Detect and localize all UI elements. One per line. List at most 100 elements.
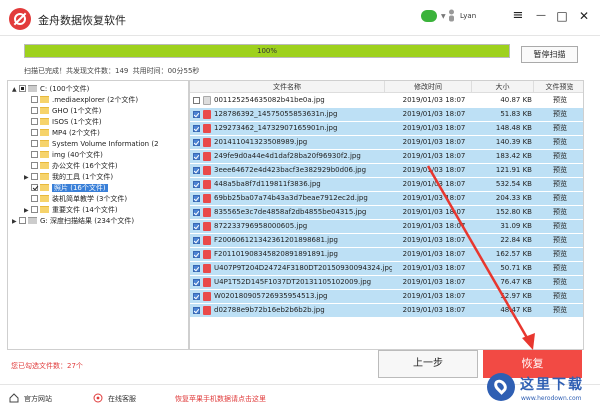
preview-link[interactable]: 预览 [540, 122, 580, 135]
table-row[interactable]: 201411041323508989.jpg 2019/01/03 18:07 14… [190, 136, 583, 149]
tree-node[interactable]: System Volume Information (2 [24, 139, 159, 150]
preview-link[interactable]: 预览 [540, 304, 580, 317]
previous-step-button[interactable]: 上一步 [378, 350, 478, 378]
close-icon[interactable]: ✕ [575, 8, 593, 24]
column-header-filename[interactable]: 文件名称 [190, 81, 385, 93]
tree-checkbox[interactable] [31, 129, 38, 136]
tree-node[interactable]: ▶ G: 深度扫描结果 (234个文件) [12, 216, 134, 227]
preview-link[interactable]: 预览 [540, 276, 580, 289]
tree-node[interactable]: MP4 (2个文件) [24, 128, 100, 139]
tree-node-label[interactable]: .mediaexplorer (2个文件) [52, 96, 138, 104]
maximize-icon[interactable]: □ [553, 8, 571, 24]
row-checkbox[interactable] [193, 181, 200, 188]
row-checkbox[interactable] [193, 195, 200, 202]
tree-checkbox[interactable] [31, 173, 38, 180]
home-icon[interactable] [9, 393, 19, 403]
pause-scan-button[interactable]: 暂停扫描 [521, 46, 578, 63]
tree-node-label[interactable]: 办公文件 (16个文件) [52, 162, 118, 170]
tree-checkbox[interactable] [31, 118, 38, 125]
column-header-size[interactable]: 大小 [472, 81, 534, 93]
folder-tree[interactable]: ▲ C: (100个文件) .mediaexplorer (2个文件) GHO (1个… [7, 80, 189, 350]
table-row[interactable]: 001125254635082b41be0a.jpg 2019/01/03 18:… [190, 94, 583, 107]
tree-node-label[interactable]: 重要文件 (14个文件) [52, 206, 118, 214]
tree-node[interactable]: ISOS (1个文件) [24, 117, 102, 128]
support-icon[interactable] [93, 393, 103, 403]
preview-link[interactable]: 预览 [540, 178, 580, 191]
tree-checkbox[interactable] [31, 184, 38, 191]
row-checkbox[interactable] [193, 251, 200, 258]
row-checkbox[interactable] [193, 167, 200, 174]
preview-link[interactable]: 预览 [540, 150, 580, 163]
tree-checkbox[interactable] [31, 162, 38, 169]
tree-node[interactable]: 照片 (16个文件) [24, 183, 108, 194]
preview-link[interactable]: 预览 [540, 206, 580, 219]
official-site-link[interactable]: 官方网站 [24, 394, 52, 404]
row-checkbox[interactable] [193, 111, 200, 118]
tree-node-label[interactable]: img (40个文件) [52, 151, 103, 159]
row-checkbox[interactable] [193, 293, 200, 300]
tree-checkbox[interactable] [31, 206, 38, 213]
expand-icon[interactable]: ▲ [12, 84, 19, 95]
table-row[interactable]: 872233796958000605.jpg 2019/01/03 18:07 31… [190, 220, 583, 233]
tree-checkbox[interactable] [31, 107, 38, 114]
table-row[interactable]: U4P1T52D145F1037DT20131105102009.jpg 2019… [190, 276, 583, 289]
row-checkbox[interactable] [193, 307, 200, 314]
wechat-icon[interactable] [421, 10, 437, 22]
table-row[interactable]: 249fe9d0a44e4d1daf28ba20f96930f2.jpg 2019… [190, 150, 583, 163]
table-row[interactable]: 128786392_14575055853631n.jpg 2019/01/03 … [190, 108, 583, 121]
preview-link[interactable]: 预览 [540, 136, 580, 149]
tree-checkbox[interactable] [31, 96, 38, 103]
row-checkbox[interactable] [193, 237, 200, 244]
tree-node[interactable]: img (40个文件) [24, 150, 103, 161]
tree-checkbox[interactable] [31, 140, 38, 147]
column-header-preview[interactable]: 文件预览 [534, 81, 583, 93]
table-row[interactable]: 835565e3c7de4858af2db4855be04315.jpg 2019… [190, 206, 583, 219]
online-support-link[interactable]: 在线客服 [108, 394, 136, 404]
row-checkbox[interactable] [193, 153, 200, 160]
chevron-down-icon[interactable]: ▼ [441, 13, 446, 20]
tree-node-label[interactable]: 照片 (16个文件) [52, 184, 108, 192]
tree-checkbox[interactable] [31, 151, 38, 158]
row-checkbox[interactable] [193, 209, 200, 216]
preview-link[interactable]: 预览 [540, 234, 580, 247]
user-avatar-icon[interactable] [448, 8, 455, 24]
tree-node[interactable]: GHO (1个文件) [24, 106, 101, 117]
minimize-icon[interactable]: — [532, 8, 550, 24]
preview-link[interactable]: 预览 [540, 94, 580, 107]
table-row[interactable]: F200606121342361201898681.jpg 2019/01/03 … [190, 234, 583, 247]
expand-icon[interactable]: ▶ [24, 205, 31, 216]
tree-node[interactable]: 办公文件 (16个文件) [24, 161, 118, 172]
row-checkbox[interactable] [193, 125, 200, 132]
tree-node[interactable]: ▶ 我的工具 (1个文件) [24, 172, 113, 183]
tree-node[interactable]: ▶ 重要文件 (14个文件) [24, 205, 118, 216]
table-row[interactable]: 3eee64672e4d423bacf3e382929b0d06.jpg 2019… [190, 164, 583, 177]
tree-node-label[interactable]: 我的工具 (1个文件) [52, 173, 113, 181]
expand-icon[interactable]: ▶ [12, 216, 19, 227]
file-table[interactable]: 文件名称 修改时间 大小 文件预览 001125254635082b41be0a… [189, 80, 584, 350]
tree-node-label[interactable]: G: 深度扫描结果 (234个文件) [40, 217, 134, 225]
table-row[interactable]: 129273462_14732907165901n.jpg 2019/01/03 … [190, 122, 583, 135]
table-row[interactable]: 448a5ba8f7d119811f3836.jpg 2019/01/03 18:… [190, 178, 583, 191]
tree-node[interactable]: 装机简单教学 (3个文件) [24, 194, 127, 205]
tree-node-label[interactable]: System Volume Information (2 [52, 140, 159, 148]
expand-icon[interactable]: ▶ [24, 172, 31, 183]
table-row[interactable]: d02788e9b72b16eb2b6b2b.jpg 2019/01/03 18:… [190, 304, 583, 317]
tree-node-label[interactable]: MP4 (2个文件) [52, 129, 100, 137]
ios-recovery-link[interactable]: 恢复苹果手机数据请点击这里 [175, 394, 266, 404]
preview-link[interactable]: 预览 [540, 248, 580, 261]
table-row[interactable]: 69bb25ba07a74b43a3d7beae7912ec2d.jpg 2019… [190, 192, 583, 205]
tree-node-label[interactable]: ISOS (1个文件) [52, 118, 102, 126]
table-row[interactable]: U407P9T204D24724F3180DT20150930094324.jp… [190, 262, 583, 275]
row-checkbox[interactable] [193, 97, 200, 104]
tree-checkbox[interactable] [19, 85, 26, 92]
preview-link[interactable]: 预览 [540, 290, 580, 303]
tree-node-label[interactable]: GHO (1个文件) [52, 107, 101, 115]
preview-link[interactable]: 预览 [540, 262, 580, 275]
tree-node[interactable]: ▲ C: (100个文件) [12, 84, 89, 95]
row-checkbox[interactable] [193, 223, 200, 230]
preview-link[interactable]: 预览 [540, 108, 580, 121]
table-row[interactable]: W020180905726935954513.jpg 2019/01/03 18:… [190, 290, 583, 303]
tree-node-label[interactable]: C: (100个文件) [40, 85, 89, 93]
tree-node-label[interactable]: 装机简单教学 (3个文件) [52, 195, 127, 203]
tree-checkbox[interactable] [31, 195, 38, 202]
